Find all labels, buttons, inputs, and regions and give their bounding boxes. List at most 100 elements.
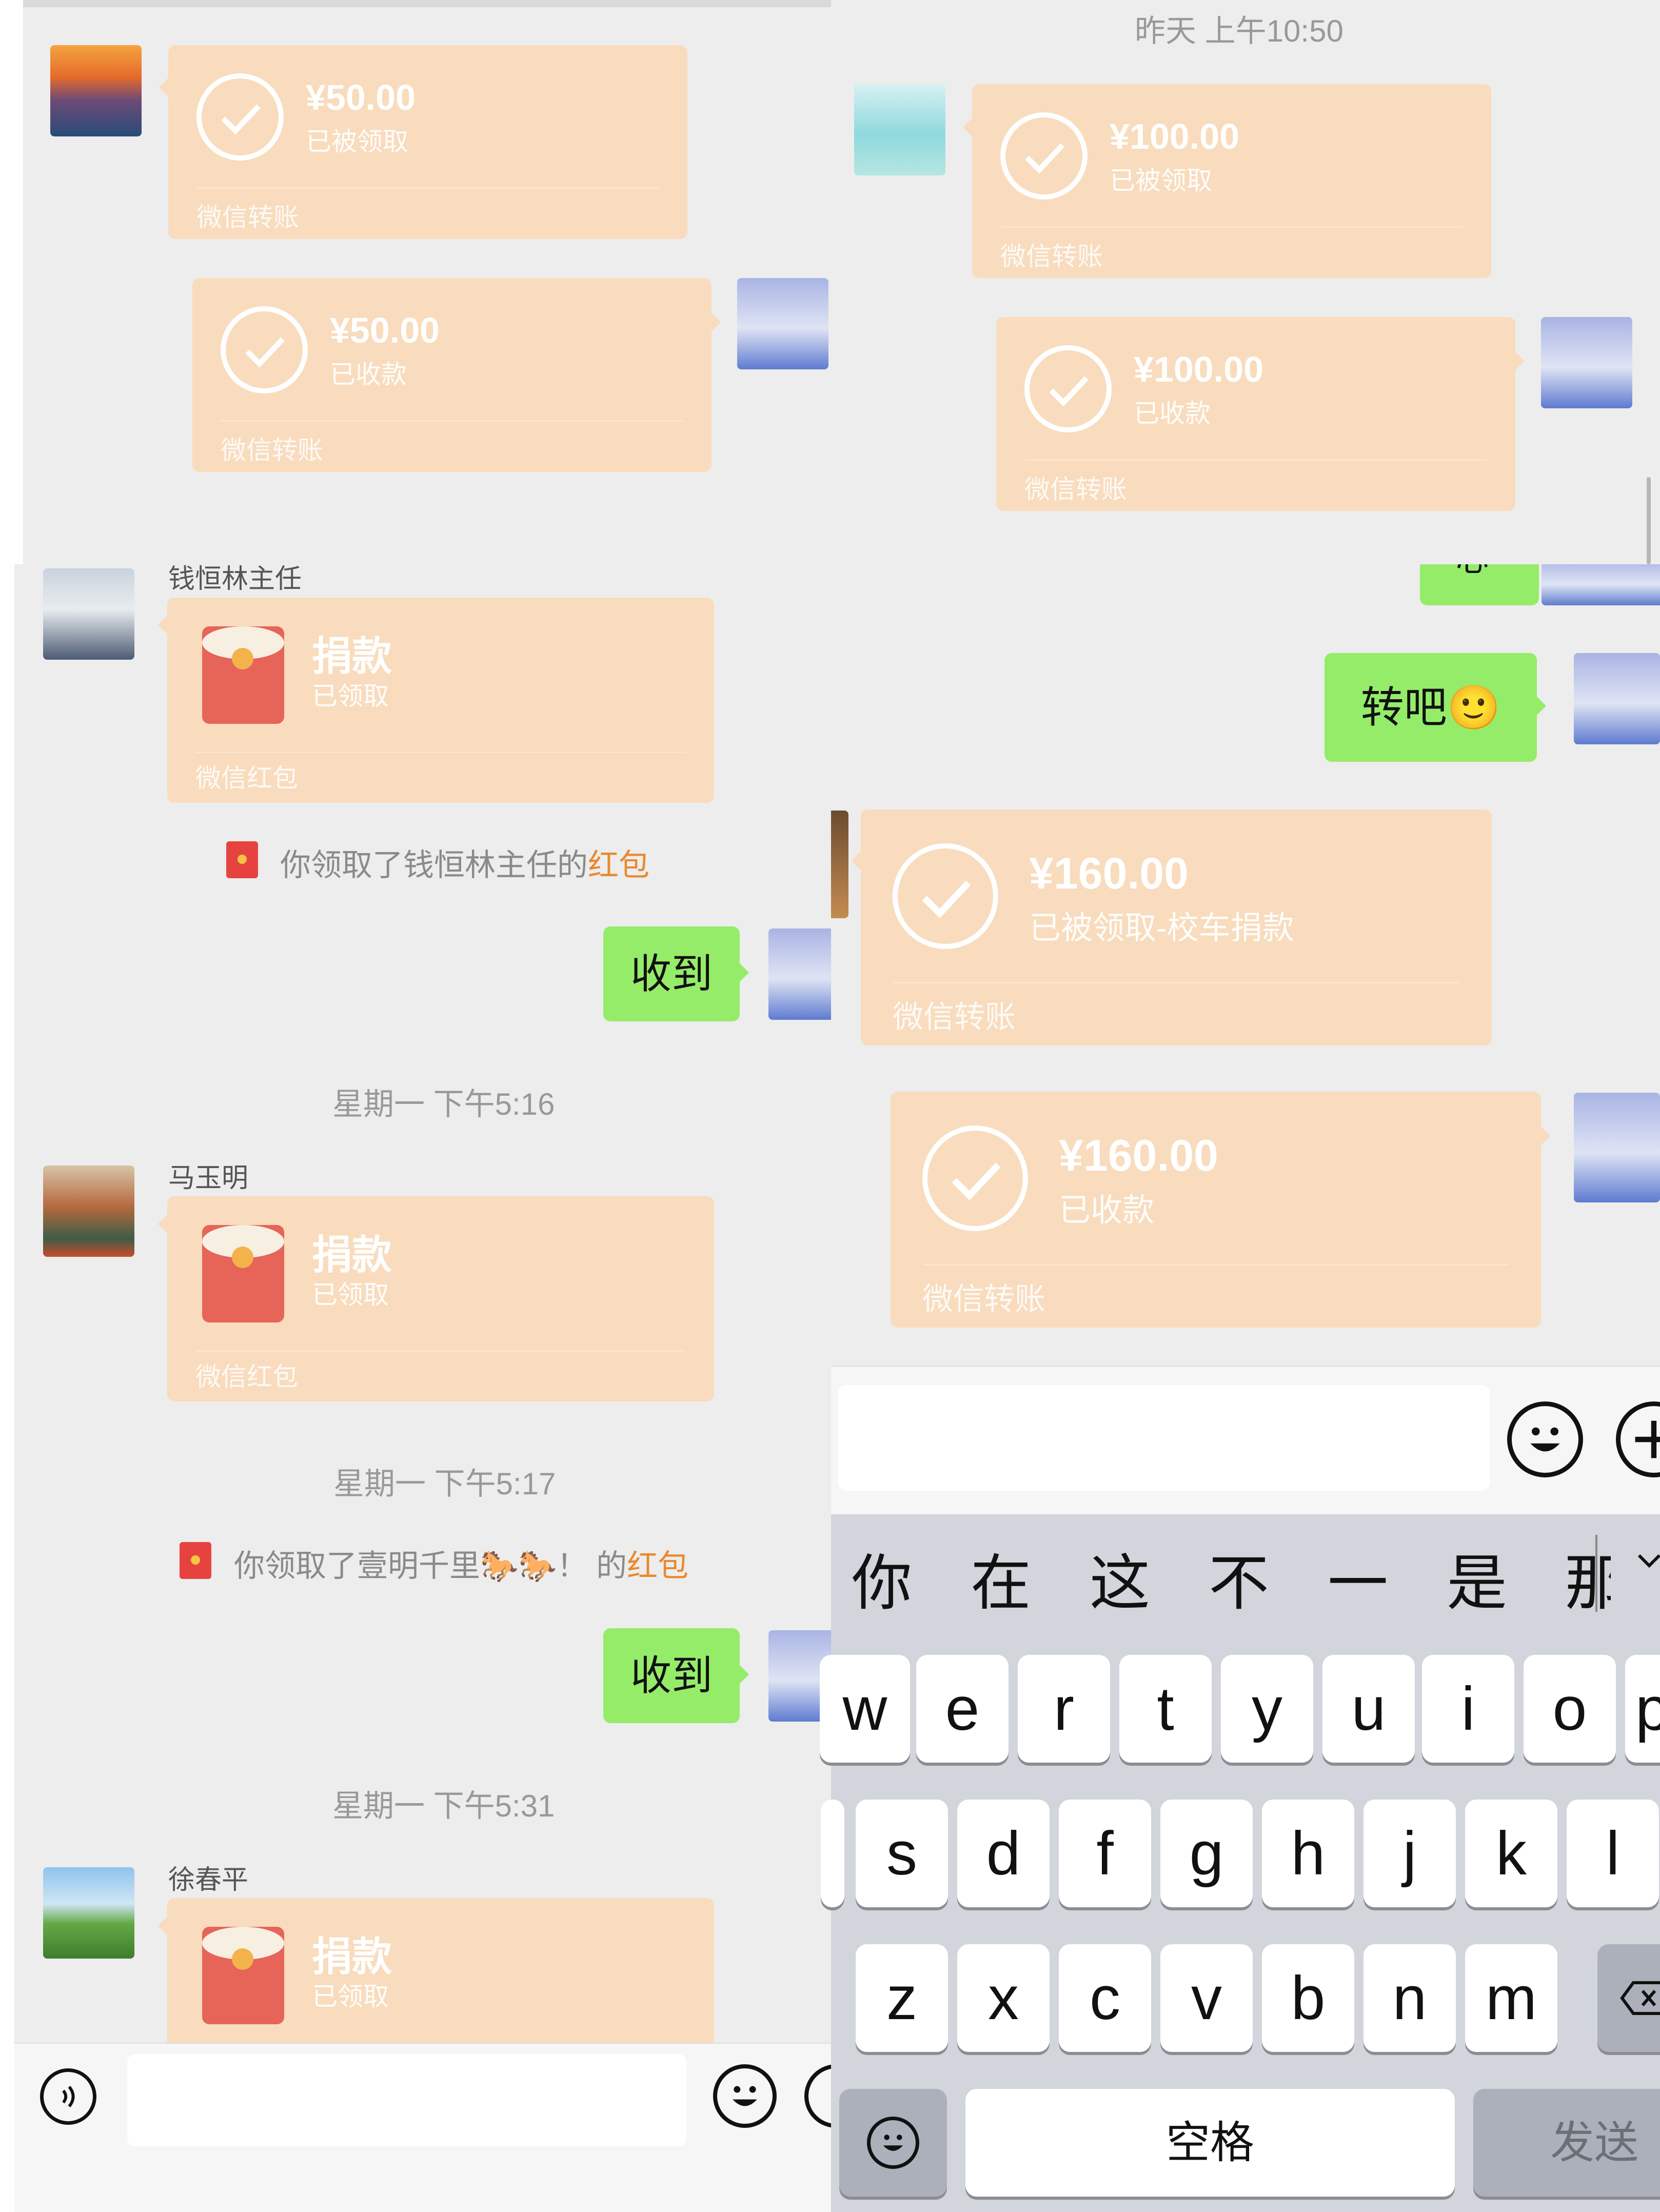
candidate[interactable]: 一 [1328,1534,1388,1622]
transfer-status: 已被领取-校车捐款 [1029,911,1294,946]
transfer-card-sent[interactable]: ¥50.00 已收款 微信转账 [192,278,712,472]
emoji-key[interactable] [839,2089,947,2197]
red-packet-icon [202,1927,284,2024]
transfer-status: 已收款 [1059,1193,1155,1228]
red-packet-status: 已领取 [312,1982,389,2011]
key-l[interactable]: l [1567,1800,1659,1907]
check-icon [221,306,308,393]
message-input[interactable] [127,2054,686,2146]
system-message: 你领取了壹明千里🐎🐎！ 的红包 [234,1549,689,1583]
key-h[interactable]: h [1262,1800,1354,1907]
avatar-partial[interactable] [831,811,848,918]
key-z[interactable]: z [856,1944,948,2052]
avatar-self[interactable] [1541,317,1632,408]
key-k[interactable]: k [1465,1800,1557,1907]
key-o[interactable]: o [1524,1655,1616,1763]
transfer-amount: ¥160.00 [1029,849,1189,898]
send-key[interactable]: 发送 [1473,2089,1660,2197]
candidate[interactable]: 这 [1090,1534,1150,1622]
candidate[interactable]: 是 [1447,1534,1507,1622]
key-a[interactable] [821,1800,844,1907]
delete-key[interactable] [1597,1944,1660,2052]
transfer-status: 已收款 [330,360,407,389]
key-j[interactable]: j [1363,1800,1456,1907]
key-u[interactable]: u [1322,1655,1415,1763]
key-t[interactable]: t [1119,1655,1212,1763]
transfer-card-received[interactable]: ¥50.00 已被领取 微信转账 [168,45,687,239]
key-w[interactable]: w [820,1655,910,1763]
transfer-status: 已被领取 [306,127,408,156]
key-g[interactable]: g [1160,1800,1253,1907]
avatar-heart-hands[interactable] [854,84,945,175]
transfer-amount: ¥100.00 [1110,116,1240,156]
transfer-footer: 微信转账 [922,1282,1045,1316]
red-packet-card[interactable]: 捐款 已领取 微信红包 [167,598,714,803]
key-x[interactable]: x [957,1944,1050,2052]
avatar-ma[interactable] [43,1166,134,1257]
candidate-bar: 你 在 这 不 一 是 那 [831,1514,1660,1617]
candidate[interactable]: 你 [852,1534,912,1622]
candidate[interactable]: 在 [971,1534,1031,1622]
voice-icon[interactable] [40,2068,96,2125]
avatar-self[interactable] [768,929,831,1020]
key-v[interactable]: v [1160,1944,1253,2052]
red-packet-icon [202,626,284,724]
red-packet-card[interactable]: 捐款 已领取 微信红包 [167,1196,714,1401]
key-y[interactable]: y [1221,1655,1313,1763]
left-top-panel: ¥50.00 已被领取 微信转账 ¥50.00 已收款 微信转账 [23,0,831,564]
emoji-icon[interactable] [1507,1401,1583,1477]
transfer-card-sent[interactable]: ¥160.00 已收款 微信转账 [891,1092,1541,1328]
sender-name: 徐春平 [168,1865,249,1895]
reply-bubble[interactable]: 收到 [603,926,740,1021]
avatar-sunset[interactable] [50,45,142,136]
key-c[interactable]: c [1059,1944,1151,2052]
timestamp: 星期一 下午5:31 [332,1789,555,1823]
key-b[interactable]: b [1262,1944,1354,2052]
red-packet-title: 捐款 [312,634,392,679]
emoji-icon[interactable] [713,2064,777,2128]
red-packet-icon [180,1542,211,1579]
scrollbar[interactable] [1647,477,1651,564]
system-message: 你领取了钱恒林主任的红包 [280,848,649,882]
reply-bubble[interactable]: 收到 [603,1628,740,1723]
key-s[interactable]: s [856,1800,948,1907]
transfer-card-received[interactable]: ¥100.00 已被领取 微信转账 [972,84,1491,278]
transfer-card-sent[interactable]: ¥100.00 已收款 微信转账 [996,317,1515,511]
key-d[interactable]: d [957,1800,1050,1907]
avatar-self[interactable] [1574,653,1660,744]
key-n[interactable]: n [1363,1944,1456,2052]
plus-icon[interactable] [1616,1401,1660,1477]
reply-bubble[interactable]: 转吧🙂 [1325,653,1537,762]
transfer-footer: 微信转账 [1024,475,1127,504]
transfer-footer: 微信转账 [893,1000,1016,1034]
message-input[interactable] [838,1385,1490,1491]
red-packet-footer: 微信红包 [195,764,298,793]
red-packet-icon [226,841,258,878]
avatar-qian[interactable] [43,568,134,660]
key-p[interactable]: p [1625,1655,1660,1763]
avatar-xu[interactable] [43,1867,134,1959]
check-icon [922,1125,1028,1231]
transfer-card-received[interactable]: ¥160.00 已被领取-校车捐款 微信转账 [861,809,1492,1045]
top-divider [23,0,831,7]
chevron-down-icon[interactable] [1634,1545,1660,1576]
plus-icon[interactable] [804,2064,831,2128]
transfer-status: 已收款 [1134,399,1211,428]
candidate[interactable]: 那 [1565,1534,1611,1622]
space-key[interactable]: 空格 [965,2089,1455,2197]
key-i[interactable]: i [1422,1655,1514,1763]
red-packet-link[interactable]: 红包 [627,1549,688,1583]
avatar-self[interactable] [737,278,828,369]
transfer-amount: ¥160.00 [1059,1131,1218,1180]
avatar-self[interactable] [1576,564,1660,605]
candidate[interactable]: 不 [1209,1534,1269,1622]
key-e[interactable]: e [916,1655,1009,1763]
key-r[interactable]: r [1018,1655,1110,1763]
input-bar [14,2043,831,2212]
partial-bubble[interactable]: 心 [1420,564,1539,605]
key-m[interactable]: m [1465,1944,1557,2052]
emoji-icon [867,2117,919,2169]
avatar-self[interactable] [1574,1093,1660,1202]
key-f[interactable]: f [1059,1800,1151,1907]
red-packet-link[interactable]: 红包 [588,848,649,882]
